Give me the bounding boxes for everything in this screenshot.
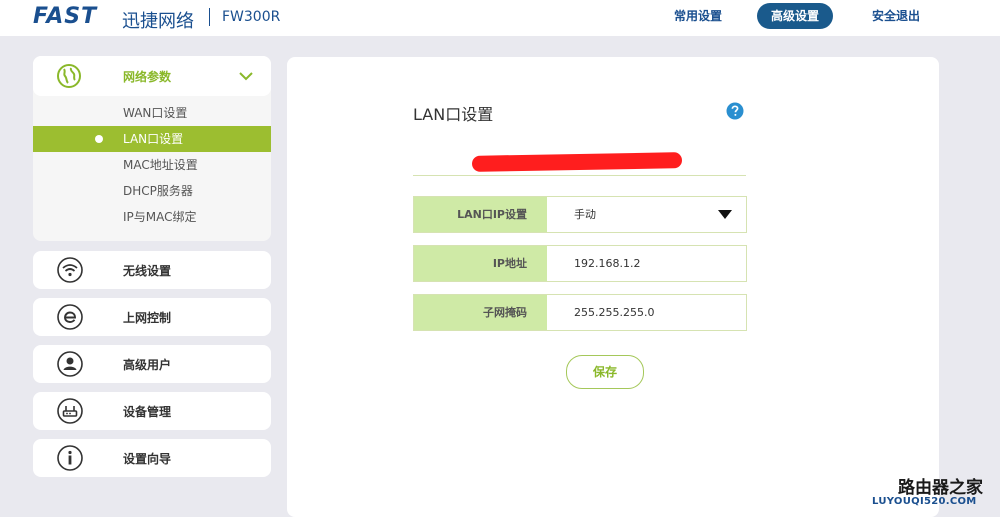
sidebar-item-label: WAN口设置: [123, 106, 188, 120]
sidebar-item-label: LAN口设置: [123, 132, 184, 146]
sidebar-item-label: 上网控制: [123, 311, 172, 325]
sidebar-item-label: 设备管理: [123, 405, 172, 419]
redaction-mark: [471, 152, 683, 172]
watermark-url: LUYOUQI520.COM: [872, 496, 977, 507]
sidebar-item-label: 无线设置: [123, 264, 172, 278]
logo-separator: [209, 8, 210, 26]
sidebar-item-label: 高级用户: [123, 358, 172, 372]
sidebar-item-label: 设置向导: [123, 452, 172, 466]
lan-ip-mode-label: LAN口IP设置: [414, 197, 547, 232]
sidebar-item-wan[interactable]: WAN口设置: [33, 100, 271, 126]
sidebar-item-wireless[interactable]: 无线设置: [33, 251, 271, 289]
globe-icon: [57, 64, 81, 88]
lan-ip-mode-row: LAN口IP设置 手动: [413, 196, 747, 233]
sidebar: 网络参数 WAN口设置 LAN口设置 MAC地址设置 DHCP服务器 IP与MA…: [33, 56, 271, 477]
ip-address-label-text: IP地址: [492, 257, 527, 270]
active-dot-icon: [95, 135, 103, 143]
ip-address-label: IP地址: [414, 246, 547, 281]
router-icon: [57, 398, 83, 424]
user-icon: [57, 351, 83, 377]
ip-address-row: IP地址: [413, 245, 747, 282]
dropdown-arrow-icon[interactable]: [718, 210, 732, 219]
sidebar-item-dhcp[interactable]: DHCP服务器: [33, 178, 271, 204]
watermark-text: 路由器之家: [898, 478, 983, 498]
top-header: FAST 迅捷网络 FW300R 常用设置 高级设置 安全退出: [0, 0, 1000, 36]
sidebar-item-internet-control[interactable]: 上网控制: [33, 298, 271, 336]
subnet-mask-input[interactable]: [574, 295, 734, 330]
sidebar-item-label: IP与MAC绑定: [123, 210, 197, 224]
nav-logout[interactable]: 安全退出: [858, 3, 934, 29]
sidebar-item-mac[interactable]: MAC地址设置: [33, 152, 271, 178]
device-model: FW300R: [222, 9, 281, 25]
page-title: LAN口设置: [413, 105, 494, 124]
lan-ip-mode-select[interactable]: 手动: [574, 197, 734, 232]
info-icon: [57, 445, 83, 471]
ip-address-input[interactable]: [574, 246, 734, 281]
sidebar-group-network-header[interactable]: 网络参数: [33, 56, 271, 96]
section-divider: [413, 175, 746, 176]
sidebar-item-label: MAC地址设置: [123, 158, 198, 172]
save-button[interactable]: 保存: [566, 355, 644, 389]
sidebar-group-network-label: 网络参数: [123, 70, 172, 84]
sidebar-item-advanced-user[interactable]: 高级用户: [33, 345, 271, 383]
sidebar-item-lan[interactable]: LAN口设置: [33, 126, 271, 152]
subnet-mask-label-text: 子网掩码: [483, 306, 527, 319]
internet-icon: [57, 304, 83, 330]
brand-logo: FAST: [33, 4, 98, 29]
sidebar-item-ip-mac-binding[interactable]: IP与MAC绑定: [33, 204, 271, 230]
chevron-down-icon: [239, 72, 253, 81]
nav-advanced-settings[interactable]: 高级设置: [757, 3, 834, 29]
wifi-icon: [57, 257, 83, 283]
sidebar-group-network: 网络参数 WAN口设置 LAN口设置 MAC地址设置 DHCP服务器 IP与MA…: [33, 56, 271, 241]
lan-ip-mode-label-text: LAN口IP设置: [457, 208, 527, 221]
sidebar-item-label: DHCP服务器: [123, 184, 193, 198]
sidebar-item-setup-wizard[interactable]: 设置向导: [33, 439, 271, 477]
main-panel: LAN口设置 LAN口IP设置 手动 IP地址 子网掩码 保存: [287, 57, 939, 517]
help-icon[interactable]: [726, 102, 744, 120]
sidebar-item-device-management[interactable]: 设备管理: [33, 392, 271, 430]
nav-basic-settings[interactable]: 常用设置: [660, 3, 736, 29]
brand-name-cn: 迅捷网络: [122, 11, 194, 32]
subnet-mask-label: 子网掩码: [414, 295, 547, 330]
subnet-mask-row: 子网掩码: [413, 294, 747, 331]
